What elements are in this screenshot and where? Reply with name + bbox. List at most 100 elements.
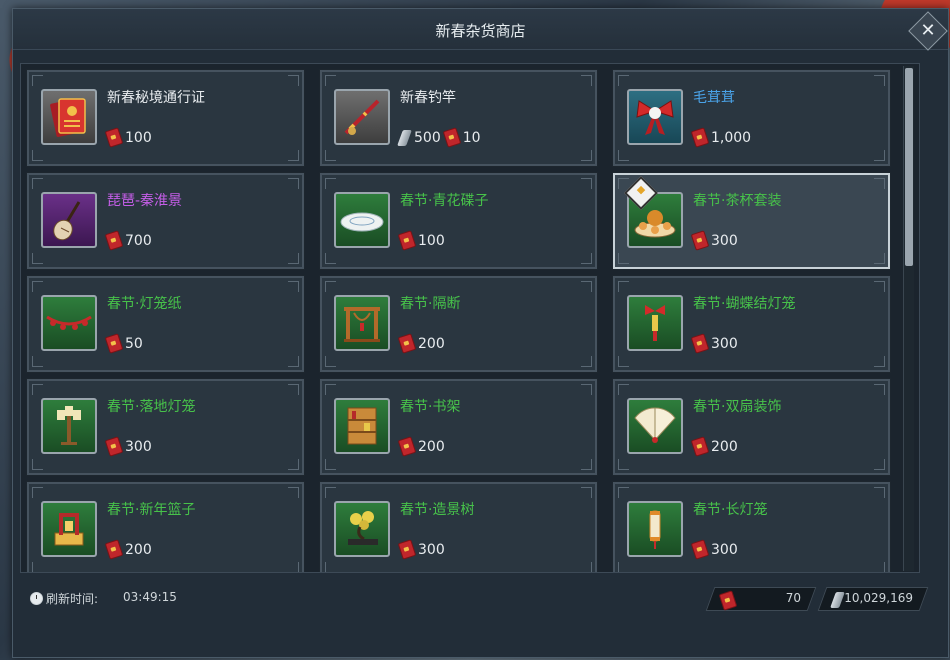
shop-item-card[interactable]: 毛茸茸 1,000 (612, 69, 891, 167)
card-corner-decoration (581, 562, 592, 572)
card-corner-decoration (618, 253, 629, 264)
item-name: 毛茸茸 (693, 90, 735, 106)
card-corner-decoration (618, 562, 629, 572)
shop-item-card[interactable]: 新春钓竿 500 10 (319, 69, 598, 167)
red-ticket-icon (397, 333, 417, 354)
shop-item-card[interactable]: 春节·灯笼纸 50 (26, 275, 305, 373)
card-corner-decoration (288, 253, 299, 264)
red-ticket-icon (690, 333, 710, 354)
item-name: 春节·新年篮子 (107, 502, 196, 518)
card-corner-decoration (618, 356, 629, 367)
card-corner-decoration (288, 487, 299, 498)
card-corner-decoration (618, 75, 629, 86)
scrollbar[interactable] (903, 66, 914, 571)
card-corner-decoration (288, 459, 299, 470)
shop-item-card[interactable]: 春节·双扇装饰 200 (612, 378, 891, 476)
card-corner-decoration (325, 75, 336, 86)
card-corner-decoration (325, 150, 336, 161)
porcelain-plate-icon (334, 192, 390, 248)
red-ticket-icon (104, 127, 124, 148)
item-name: 琵琶-秦淮景 (107, 193, 183, 209)
shop-item-card[interactable]: 春节·落地灯笼 300 (26, 378, 305, 476)
item-name: 春节·书架 (400, 399, 461, 415)
card-corner-decoration (325, 281, 336, 292)
title-bar: 新春杂货商店 (13, 9, 948, 50)
shop-item-card[interactable]: 琵琶-秦淮景 700 (26, 172, 305, 270)
card-corner-decoration (288, 356, 299, 367)
card-corner-decoration (32, 253, 43, 264)
item-name: 春节·长灯笼 (693, 502, 768, 518)
shop-footer: 刷新时间: 03:49:15 70 10,029,169 (20, 584, 929, 614)
red-ticket-icon (718, 590, 738, 611)
card-corner-decoration (874, 562, 885, 572)
item-price-value: 300 (418, 541, 445, 558)
card-corner-decoration (618, 281, 629, 292)
card-corner-decoration (618, 178, 629, 189)
card-corner-decoration (325, 253, 336, 264)
red-ticket-icon (104, 333, 124, 354)
card-corner-decoration (288, 178, 299, 189)
item-price: 100 (397, 230, 445, 251)
card-corner-decoration (288, 384, 299, 395)
item-list-panel: 新春秘境通行证 100 新春钓竿 500 10 毛茸茸 1,000 琵琶-秦淮景 700 春节·青… (20, 63, 920, 573)
crystal-balance-value: 10,029,169 (844, 591, 913, 605)
red-ticket-icon (690, 539, 710, 560)
item-price-value: 300 (711, 335, 738, 352)
item-name: 春节·隔断 (400, 296, 461, 312)
refresh-time-label: 刷新时间: (46, 592, 99, 606)
red-ticket-icon (442, 127, 462, 148)
card-corner-decoration (288, 75, 299, 86)
card-corner-decoration (874, 281, 885, 292)
bow-lantern-icon (627, 295, 683, 351)
card-corner-decoration (874, 178, 885, 189)
card-corner-decoration (32, 562, 43, 572)
card-corner-decoration (581, 384, 592, 395)
card-corner-decoration (325, 562, 336, 572)
shop-item-card[interactable]: 春节·蝴蝶结灯笼 300 (612, 275, 891, 373)
refresh-time-value: 03:49:15 (123, 590, 177, 604)
shop-item-card[interactable]: 春节·青花碟子 100 (319, 172, 598, 270)
shop-item-card[interactable]: 春节·茶杯套装 300 (612, 172, 891, 270)
card-corner-decoration (874, 253, 885, 264)
shop-item-card[interactable]: 春节·造景树 300 (319, 481, 598, 572)
clock-icon (30, 592, 43, 605)
card-corner-decoration (581, 253, 592, 264)
shop-item-card[interactable]: 春节·新年篮子 200 (26, 481, 305, 572)
item-price: 50 (104, 333, 143, 354)
item-price-value: 300 (711, 541, 738, 558)
card-corner-decoration (325, 487, 336, 498)
item-price: 700 (104, 230, 152, 251)
floor-lantern-icon (41, 398, 97, 454)
red-ticket-icon (690, 230, 710, 251)
card-corner-decoration (874, 487, 885, 498)
item-price-value: 50 (125, 335, 143, 352)
card-corner-decoration (618, 487, 629, 498)
item-price: 500 10 (397, 127, 481, 148)
card-corner-decoration (581, 487, 592, 498)
red-ticket-balance: 70 (705, 587, 817, 611)
shop-item-card[interactable]: 春节·长灯笼 300 (612, 481, 891, 572)
card-corner-decoration (874, 356, 885, 367)
item-price-value: 200 (125, 541, 152, 558)
card-corner-decoration (581, 178, 592, 189)
shop-item-card[interactable]: 春节·隔断 200 (319, 275, 598, 373)
card-corner-decoration (581, 75, 592, 86)
bookshelf-icon (334, 398, 390, 454)
red-ticket-icon (690, 436, 710, 457)
item-name: 春节·蝴蝶结灯笼 (693, 296, 796, 312)
red-ticket-icon (397, 436, 417, 457)
item-price-value: 200 (418, 335, 445, 352)
crystal-balance: 10,029,169 (817, 587, 929, 611)
card-corner-decoration (874, 459, 885, 470)
close-icon: ✕ (920, 20, 936, 41)
shop-item-card[interactable]: 新春秘境通行证 100 (26, 69, 305, 167)
fishing-rod-icon (334, 89, 390, 145)
card-corner-decoration (325, 459, 336, 470)
card-corner-decoration (32, 281, 43, 292)
scrollbar-thumb[interactable] (905, 68, 913, 266)
item-name: 新春钓竿 (400, 90, 456, 106)
item-price-value: 100 (125, 129, 152, 146)
shop-item-card[interactable]: 春节·书架 200 (319, 378, 598, 476)
item-price-value: 300 (125, 438, 152, 455)
item-price-value: 200 (418, 438, 445, 455)
